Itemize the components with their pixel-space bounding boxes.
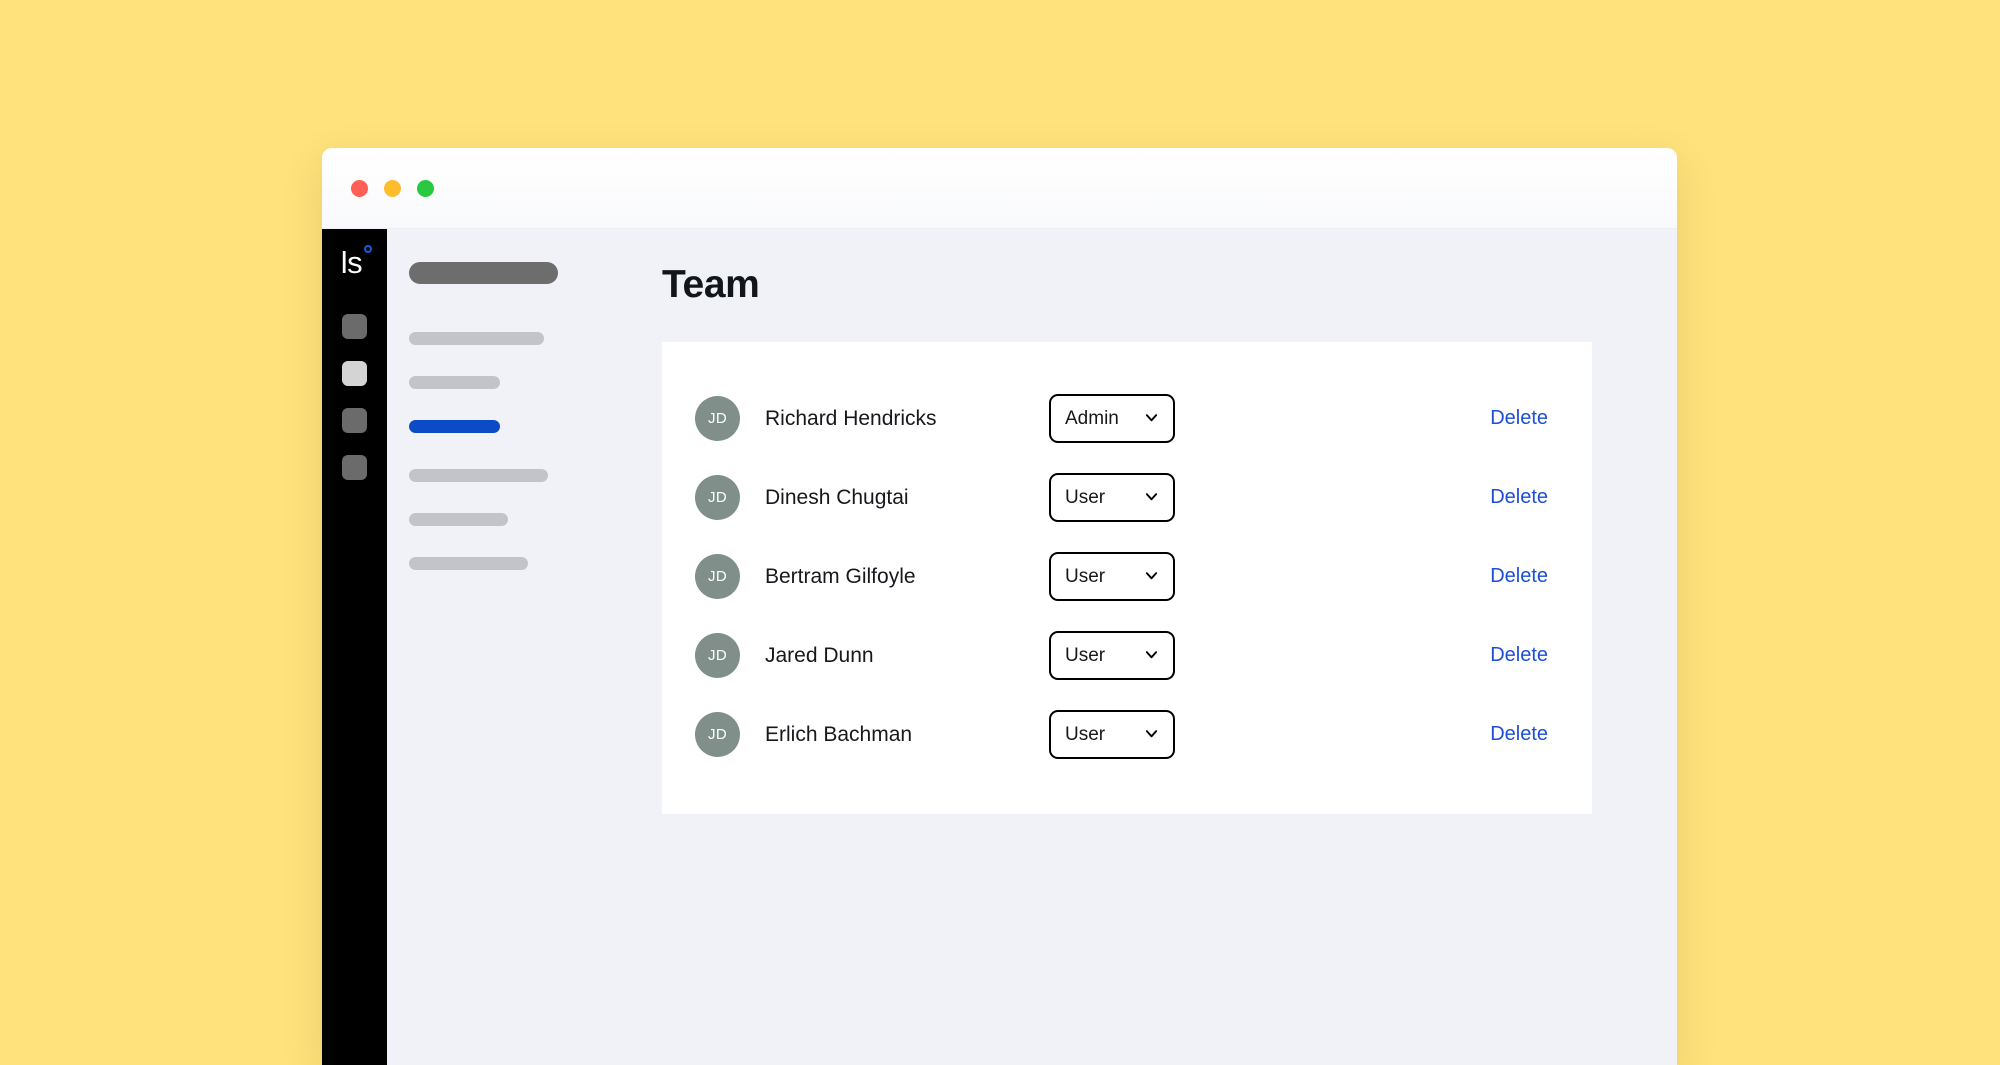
subnav-item-5[interactable] <box>409 513 508 526</box>
member-name: Bertram Gilfoyle <box>765 565 1005 589</box>
chevron-down-icon <box>1144 647 1159 662</box>
rail-icon-3[interactable] <box>342 408 367 433</box>
maximize-window-button[interactable] <box>417 180 434 197</box>
subnav-item-6[interactable] <box>409 557 528 570</box>
subnav-title-placeholder <box>409 262 558 284</box>
chevron-down-icon <box>1144 489 1159 504</box>
role-select[interactable]: User <box>1049 631 1175 680</box>
member-name: Dinesh Chugtai <box>765 486 1005 510</box>
subnav-item-3-active[interactable] <box>409 420 500 433</box>
table-row: JD Dinesh Chugtai User Delete <box>662 458 1592 537</box>
delete-link[interactable]: Delete <box>1490 723 1548 746</box>
avatar: JD <box>695 554 740 599</box>
main-content: Team JD Richard Hendricks Admin Delete J… <box>612 229 1677 1065</box>
icon-rail: ls <box>322 229 387 1065</box>
close-window-button[interactable] <box>351 180 368 197</box>
rail-icon-2[interactable] <box>342 361 367 386</box>
subnav-item-4[interactable] <box>409 469 548 482</box>
app-logo-text: ls <box>341 245 362 280</box>
logo-dot-icon <box>364 245 372 253</box>
page-title: Team <box>662 263 1603 307</box>
minimize-window-button[interactable] <box>384 180 401 197</box>
avatar: JD <box>695 396 740 441</box>
rail-icon-1[interactable] <box>342 314 367 339</box>
delete-link[interactable]: Delete <box>1490 407 1548 430</box>
app-logo[interactable]: ls <box>341 247 368 278</box>
member-name: Erlich Bachman <box>765 723 1005 747</box>
subnav-item-1[interactable] <box>409 332 544 345</box>
avatar: JD <box>695 712 740 757</box>
secondary-nav <box>387 229 612 1065</box>
app-window: ls Team JD Richard Hendricks <box>322 148 1677 1065</box>
table-row: JD Erlich Bachman User Delete <box>662 695 1592 774</box>
role-select[interactable]: User <box>1049 710 1175 759</box>
traffic-light-group <box>351 180 434 197</box>
table-row: JD Jared Dunn User Delete <box>662 616 1592 695</box>
rail-icon-4[interactable] <box>342 455 367 480</box>
chevron-down-icon <box>1144 410 1159 425</box>
delete-link[interactable]: Delete <box>1490 644 1548 667</box>
role-select-value: User <box>1065 566 1105 588</box>
app-body: ls Team JD Richard Hendricks <box>322 229 1677 1065</box>
role-select-value: User <box>1065 724 1105 746</box>
member-name: Richard Hendricks <box>765 407 1005 431</box>
member-name: Jared Dunn <box>765 644 1005 668</box>
role-select-value: User <box>1065 645 1105 667</box>
role-select[interactable]: User <box>1049 473 1175 522</box>
role-select[interactable]: User <box>1049 552 1175 601</box>
role-select[interactable]: Admin <box>1049 394 1175 443</box>
team-list-card: JD Richard Hendricks Admin Delete JD Din… <box>662 342 1592 814</box>
table-row: JD Richard Hendricks Admin Delete <box>662 379 1592 458</box>
delete-link[interactable]: Delete <box>1490 565 1548 588</box>
window-titlebar <box>322 148 1677 229</box>
chevron-down-icon <box>1144 568 1159 583</box>
role-select-value: Admin <box>1065 408 1119 430</box>
avatar: JD <box>695 633 740 678</box>
delete-link[interactable]: Delete <box>1490 486 1548 509</box>
avatar: JD <box>695 475 740 520</box>
role-select-value: User <box>1065 487 1105 509</box>
table-row: JD Bertram Gilfoyle User Delete <box>662 537 1592 616</box>
chevron-down-icon <box>1144 726 1159 741</box>
subnav-item-2[interactable] <box>409 376 500 389</box>
